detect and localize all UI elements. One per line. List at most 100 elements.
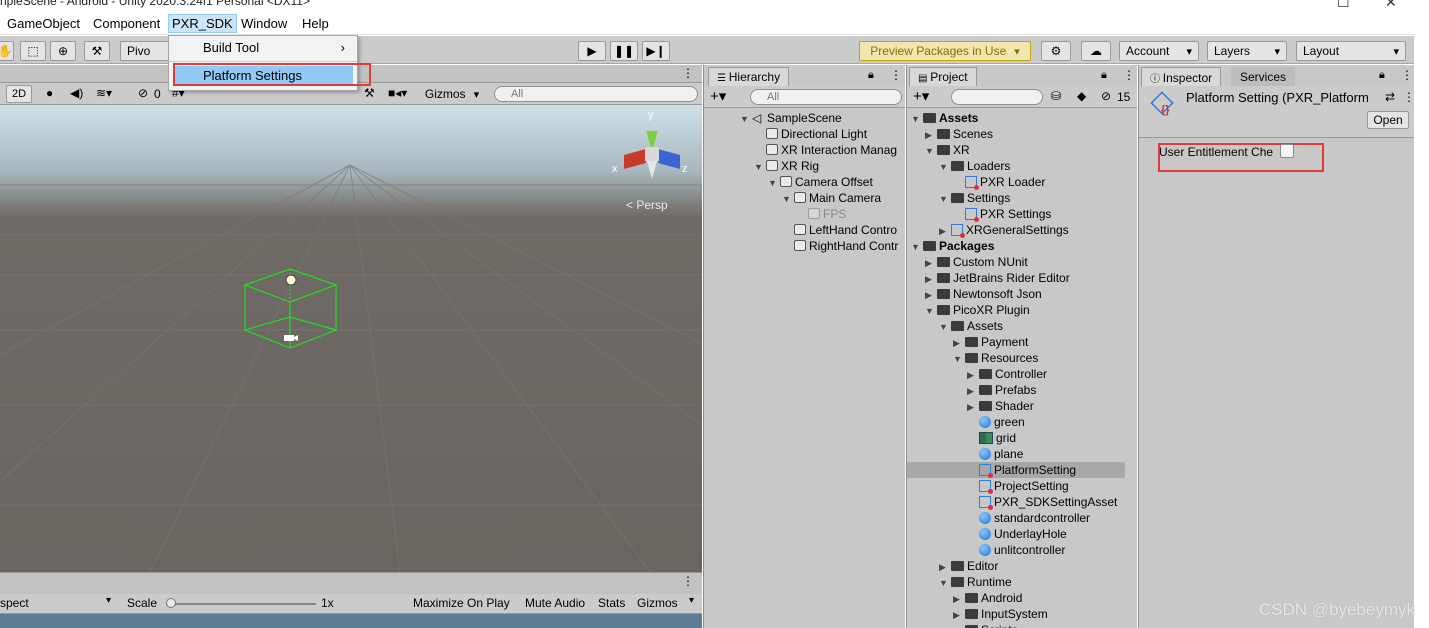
tree-row[interactable]: ▶ Controller: [907, 366, 1125, 382]
tree-row[interactable]: ▶ InputSystem: [907, 606, 1125, 622]
expand-down-icon[interactable]: ▼: [939, 159, 951, 175]
tree-row[interactable]: UnderlayHole: [907, 526, 1125, 542]
tab-services[interactable]: Services: [1231, 67, 1296, 87]
project-more-icon[interactable]: ⋮: [1123, 68, 1135, 82]
tree-row[interactable]: ▶ Editor: [907, 558, 1125, 574]
tree-row[interactable]: PlatformSetting: [907, 462, 1125, 478]
expand-down-icon[interactable]: ▼: [768, 175, 780, 191]
tree-row[interactable]: plane: [907, 446, 1125, 462]
scale-slider[interactable]: [166, 603, 316, 605]
open-button[interactable]: Open: [1367, 111, 1409, 129]
hierarchy-search-input[interactable]: All: [750, 89, 902, 105]
maximize-on-play-toggle[interactable]: Maximize On Play: [413, 596, 510, 610]
tree-row[interactable]: ▼ Assets: [907, 110, 1125, 126]
project-search-input[interactable]: [951, 89, 1043, 105]
lighting-icon[interactable]: ●: [46, 86, 53, 100]
expand-down-icon[interactable]: ▼: [939, 319, 951, 335]
inspector-lock-icon[interactable]: 🔒︎: [1379, 69, 1385, 82]
tree-row[interactable]: ▼ Packages: [907, 238, 1125, 254]
tree-row[interactable]: ▼ Assets: [907, 318, 1125, 334]
expand-down-icon[interactable]: ▼: [740, 111, 752, 127]
project-lock-icon[interactable]: 🔒︎: [1101, 69, 1107, 82]
minimize-icon[interactable]: ☐: [1337, 0, 1350, 11]
tree-row[interactable]: green: [907, 414, 1125, 430]
tree-row[interactable]: PXR Loader: [907, 174, 1125, 190]
tree-row[interactable]: ▶ Newtonsoft Json: [907, 286, 1125, 302]
tree-row[interactable]: ▼ Main Camera: [704, 190, 905, 206]
tree-row[interactable]: FPS: [704, 206, 905, 222]
tree-row[interactable]: standardcontroller: [907, 510, 1125, 526]
menu-component[interactable]: Component: [90, 16, 163, 31]
transform-tool-icon[interactable]: ⊕: [50, 41, 76, 61]
tree-row[interactable]: RightHand Contr: [704, 238, 905, 254]
expand-down-icon[interactable]: ▼: [925, 143, 937, 159]
tree-row[interactable]: ▶ Prefabs: [907, 382, 1125, 398]
scene-search-input[interactable]: All: [494, 86, 698, 102]
tree-row[interactable]: ▶ Payment: [907, 334, 1125, 350]
tree-row[interactable]: ▶ Android: [907, 590, 1125, 606]
aspect-chevron-down-icon[interactable]: ▾: [106, 595, 111, 606]
hidden-packages-icon[interactable]: ⊘: [1101, 89, 1111, 103]
tools-icon[interactable]: ⚒: [364, 86, 375, 100]
tree-row[interactable]: ▼ PicoXR Plugin: [907, 302, 1125, 318]
tree-row[interactable]: ▶ Custom NUnit: [907, 254, 1125, 270]
effects-icon[interactable]: ≋▾: [96, 86, 112, 100]
expand-right-icon[interactable]: ▶: [939, 559, 951, 575]
settings-sliders-icon[interactable]: ⇄: [1385, 90, 1395, 104]
close-icon[interactable]: ✕: [1385, 0, 1397, 11]
search-by-type-icon[interactable]: ⛁: [1051, 89, 1061, 103]
tree-row[interactable]: ▶ Scripts: [907, 622, 1125, 628]
user-entitlement-checkbox[interactable]: [1280, 144, 1294, 158]
hierarchy-more-icon[interactable]: ⋮: [890, 68, 902, 82]
layout-dropdown[interactable]: Layout: [1296, 41, 1406, 61]
tree-row[interactable]: ▼ Settings: [907, 190, 1125, 206]
tree-row[interactable]: LeftHand Contro: [704, 222, 905, 238]
tree-row[interactable]: ▼ XR Rig: [704, 158, 905, 174]
game-gizmos-dropdown[interactable]: Gizmos: [637, 596, 678, 610]
gizmos-dropdown[interactable]: Gizmos: [418, 85, 486, 103]
game-gizmos-chevron-down-icon[interactable]: ▾: [689, 595, 694, 606]
hidden-objects-icon[interactable]: ⊘: [138, 86, 148, 100]
collab-icon[interactable]: ⚙: [1041, 41, 1071, 61]
expand-right-icon[interactable]: ▶: [967, 367, 979, 383]
cloud-icon[interactable]: ☁: [1081, 41, 1111, 61]
mute-audio-toggle[interactable]: Mute Audio: [525, 596, 585, 610]
tree-row[interactable]: ▶ XRGeneralSettings: [907, 222, 1125, 238]
game-more-menu-icon[interactable]: ⋮: [682, 574, 694, 588]
hand-tool-icon[interactable]: ✋: [0, 41, 14, 61]
expand-down-icon[interactable]: ▼: [953, 351, 965, 367]
layers-dropdown[interactable]: Layers: [1207, 41, 1287, 61]
2d-toggle[interactable]: 2D: [6, 85, 32, 103]
menu-pxr-sdk[interactable]: PXR_SDK: [168, 14, 237, 33]
tree-row[interactable]: ▼ Runtime: [907, 574, 1125, 590]
tree-row[interactable]: ▼ Resources: [907, 350, 1125, 366]
tree-row[interactable]: XR Interaction Manag: [704, 142, 905, 158]
custom-tool-icon[interactable]: ⚒: [84, 41, 110, 61]
scale-slider-handle[interactable]: [166, 598, 176, 608]
menu-window[interactable]: Window: [238, 16, 290, 31]
audio-icon[interactable]: ◀): [70, 86, 83, 100]
more-menu-icon[interactable]: ⋮: [682, 66, 694, 80]
tree-row[interactable]: ProjectSetting: [907, 478, 1125, 494]
expand-down-icon[interactable]: ▼: [911, 111, 923, 127]
tree-row[interactable]: Directional Light: [704, 126, 905, 142]
expand-right-icon[interactable]: ▶: [925, 255, 937, 271]
rect-tool-icon[interactable]: ⬚: [20, 41, 46, 61]
camera-icon[interactable]: ■◂▾: [388, 86, 407, 100]
menu-help[interactable]: Help: [299, 16, 332, 31]
tree-row[interactable]: unlitcontroller: [907, 542, 1125, 558]
pause-button[interactable]: ❚❚: [610, 41, 638, 61]
tree-row[interactable]: ▶ JetBrains Rider Editor: [907, 270, 1125, 286]
pivot-toggle[interactable]: Pivo: [120, 41, 170, 61]
add-icon[interactable]: +▾: [710, 87, 726, 105]
tree-row[interactable]: grid: [907, 430, 1125, 446]
tree-row[interactable]: ▼ ◁ SampleScene: [704, 110, 905, 126]
tree-row[interactable]: ▶ Scenes: [907, 126, 1125, 142]
expand-down-icon[interactable]: ▼: [911, 239, 923, 255]
expand-right-icon[interactable]: ▶: [953, 335, 965, 351]
menu-gameobject[interactable]: GameObject: [4, 16, 83, 31]
project-add-icon[interactable]: +▾: [913, 87, 929, 105]
stats-toggle[interactable]: Stats: [598, 596, 625, 610]
inspector-header-more-icon[interactable]: ⋮: [1403, 90, 1414, 104]
expand-right-icon[interactable]: ▶: [953, 591, 965, 607]
